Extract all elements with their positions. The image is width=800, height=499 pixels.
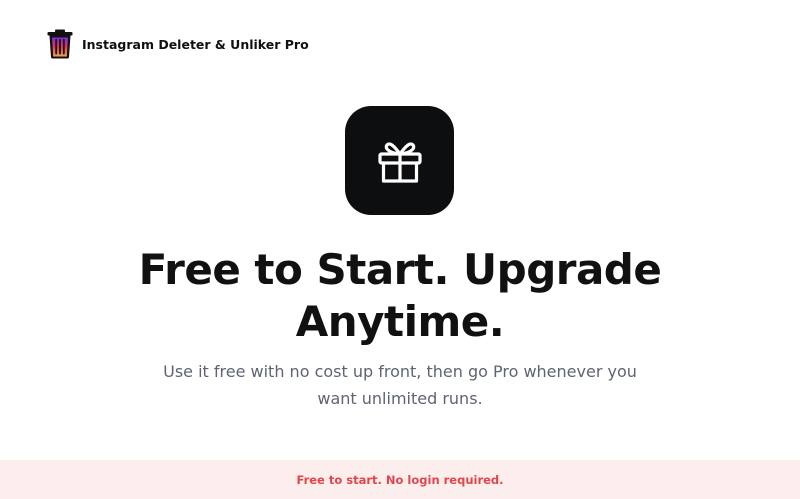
hero-headline: Free to Start. Upgrade Anytime.: [138, 245, 662, 346]
landing-page: Instagram Deleter & Unliker Pro Free to …: [0, 0, 800, 499]
gift-icon: [377, 141, 422, 183]
info-banner: Free to start. No login required.: [0, 460, 800, 499]
header: Instagram Deleter & Unliker Pro: [47, 28, 309, 60]
trash-can-icon: [47, 29, 73, 59]
hero-subtext: Use it free with no cost up front, then …: [163, 362, 637, 408]
app-title: Instagram Deleter & Unliker Pro: [82, 36, 309, 52]
banner-text: Free to start. No login required.: [296, 472, 504, 487]
hero-icon-box: [345, 106, 454, 215]
